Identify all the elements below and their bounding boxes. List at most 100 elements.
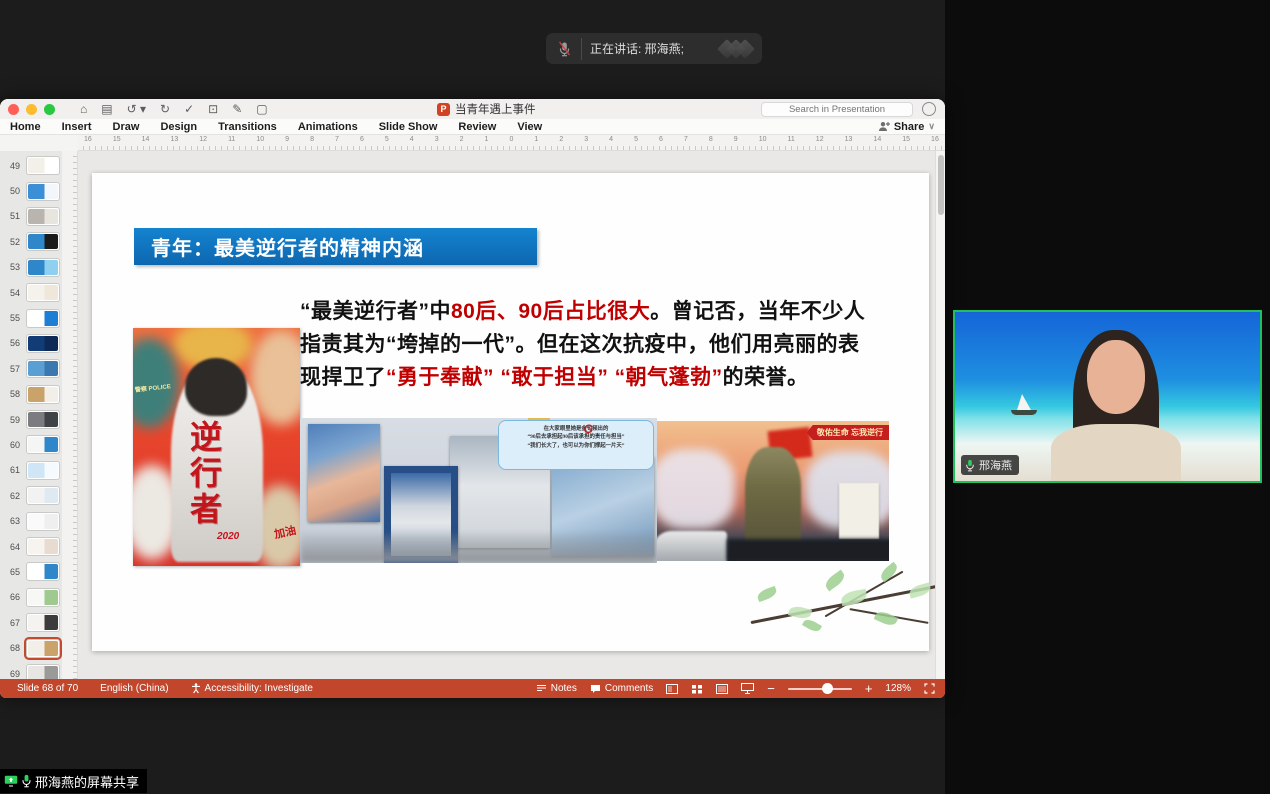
slide-thumbnail-row-67[interactable]: 67 (0, 610, 62, 635)
slide-thumbnail[interactable] (26, 156, 60, 175)
thumbnail-number: 56 (6, 338, 20, 348)
slide-thumbnail-row-54[interactable]: 54 (0, 280, 62, 305)
slide-thumbnail-panel[interactable]: 49 505152535455 56 575859606162636465666768… (0, 151, 62, 679)
paragraph-text: 。曾记否，当年不少人 (650, 300, 865, 323)
slide-thumbnail[interactable] (26, 359, 60, 378)
search-input[interactable] (761, 102, 913, 117)
slide-thumbnail[interactable] (26, 334, 60, 353)
slide-thumbnail[interactable] (26, 258, 60, 277)
tab-animations[interactable]: Animations (298, 121, 358, 133)
current-slide-thumbnail[interactable] (26, 639, 60, 658)
slide-thumbnail-row-52[interactable]: 52 (0, 229, 62, 254)
ruler-number: 3 (435, 136, 439, 143)
ruler-number: 1 (485, 136, 489, 143)
slide-thumbnail[interactable] (26, 562, 60, 581)
normal-view-button[interactable] (666, 684, 678, 694)
slide-counter[interactable]: Slide 68 of 70 (17, 683, 78, 694)
slide-thumbnail-row-60[interactable]: 60 (0, 432, 62, 457)
tab-home[interactable]: Home (10, 121, 41, 133)
tab-view[interactable]: View (517, 121, 542, 133)
slide-thumbnail-row-68[interactable]: 68 (0, 635, 62, 660)
slide-thumbnail-row-55[interactable]: 55 (0, 305, 62, 330)
share-button[interactable]: Share ∨ (878, 121, 935, 133)
ruler-number: 7 (335, 136, 339, 143)
slide-thumbnail[interactable] (26, 613, 60, 632)
zoom-window-button[interactable] (44, 104, 55, 115)
tab-draw[interactable]: Draw (113, 121, 140, 133)
close-window-button[interactable] (8, 104, 19, 115)
slide-thumbnail-row-61[interactable]: 61 (0, 458, 62, 483)
slide-thumbnail[interactable] (26, 309, 60, 328)
accessibility-status[interactable]: Accessibility: Investigate (191, 683, 313, 694)
saluting-soldier (745, 447, 801, 547)
banner-mic-icon (21, 774, 32, 788)
slide-thumbnail[interactable] (26, 410, 60, 429)
slide-thumbnail-row-66[interactable]: 66 (0, 585, 62, 610)
zoom-percentage[interactable]: 128% (885, 683, 911, 694)
zoom-slider[interactable] (788, 688, 852, 690)
news-logo-icon: G (584, 422, 593, 436)
tab-insert[interactable]: Insert (62, 121, 92, 133)
slide-thumbnail-row-53[interactable]: 53 (0, 255, 62, 280)
scrollbar-thumb[interactable] (938, 155, 944, 215)
slide-thumbnail[interactable] (26, 537, 60, 556)
notes-button[interactable]: Notes (536, 683, 577, 694)
sailboat (1017, 394, 1031, 410)
slide-sorter-view-button[interactable] (691, 684, 703, 694)
draw-icon[interactable]: ✎ (232, 103, 242, 115)
redo-icon[interactable]: ↻ (160, 103, 170, 115)
slide-thumbnail-row-69[interactable]: 69 (0, 661, 62, 679)
language-indicator[interactable]: English (China) (100, 683, 168, 694)
slide-thumbnail-row-63[interactable]: 63 (0, 508, 62, 533)
slide-thumbnail-row-64[interactable]: 64 (0, 534, 62, 559)
save-icon[interactable]: ▤ (101, 103, 112, 115)
tab-design[interactable]: Design (160, 121, 197, 133)
slide-thumbnail[interactable] (26, 512, 60, 531)
slide-68[interactable]: 青年：最美逆行者的精神内涵 “最美逆行者”中80后、90后占比很大。曾记否，当年… (92, 173, 929, 651)
thumbnail-number: 49 (6, 161, 20, 171)
account-icon[interactable] (922, 102, 936, 116)
undo-icon[interactable]: ↺ ▾ (127, 103, 146, 115)
speaking-indicator-pill: 正在讲话: 邢海燕; (546, 33, 762, 64)
slide-thumbnail[interactable] (26, 435, 60, 454)
tab-slide-show[interactable]: Slide Show (379, 121, 438, 133)
slide-thumbnail-row-58[interactable]: 58 (0, 382, 62, 407)
zoom-slider-knob[interactable] (822, 683, 833, 694)
home-icon[interactable]: ⌂ (80, 103, 87, 115)
reading-view-button[interactable] (716, 684, 728, 694)
spellcheck-icon[interactable]: ✓ (184, 103, 194, 115)
minimize-window-button[interactable] (26, 104, 37, 115)
slide-thumbnail[interactable] (26, 385, 60, 404)
ruler-number: 6 (659, 136, 663, 143)
ruler-number: 15 (113, 136, 121, 143)
slide-thumbnail-row-65[interactable]: 65 (0, 559, 62, 584)
slide-thumbnail[interactable] (26, 588, 60, 607)
slide-thumbnail-row-59[interactable]: 59 (0, 407, 62, 432)
speech-bubble-line: “我们长大了，也可以为你们撑起一片天” (504, 442, 648, 450)
slide-thumbnail[interactable] (26, 283, 60, 302)
slide-thumbnail-row-51[interactable]: 51 (0, 204, 62, 229)
screen-share-icon (4, 775, 18, 787)
vertical-scrollbar[interactable] (935, 151, 945, 679)
participant-video-tile[interactable]: 邢海燕 (953, 310, 1262, 483)
comments-button[interactable]: Comments (590, 683, 653, 694)
slide-thumbnail[interactable] (26, 664, 60, 679)
slide-thumbnail[interactable] (26, 486, 60, 505)
slide-thumbnail[interactable] (26, 461, 60, 480)
slide-thumbnail[interactable] (26, 182, 60, 201)
tab-review[interactable]: Review (458, 121, 496, 133)
slide-thumbnail-row-50[interactable]: 50 (0, 178, 62, 203)
slide-title-banner: 青年：最美逆行者的精神内涵 (134, 228, 537, 265)
new-slide-icon[interactable]: ▢ (256, 103, 267, 115)
tab-transitions[interactable]: Transitions (218, 121, 277, 133)
slide-thumbnail-row-62[interactable]: 62 (0, 483, 62, 508)
slide-thumbnail[interactable] (26, 207, 60, 226)
fit-slide-to-window-button[interactable] (924, 683, 935, 694)
slide-thumbnail-row-49[interactable]: 49 (0, 153, 62, 178)
ruler-number: 11 (788, 136, 795, 143)
slide-thumbnail-row-57[interactable]: 57 (0, 356, 62, 381)
slide-thumbnail-row-56[interactable]: 56 (0, 331, 62, 356)
present-icon[interactable]: ⊡ (208, 103, 218, 115)
slide-thumbnail[interactable] (26, 232, 60, 251)
slideshow-view-button[interactable] (741, 683, 754, 694)
